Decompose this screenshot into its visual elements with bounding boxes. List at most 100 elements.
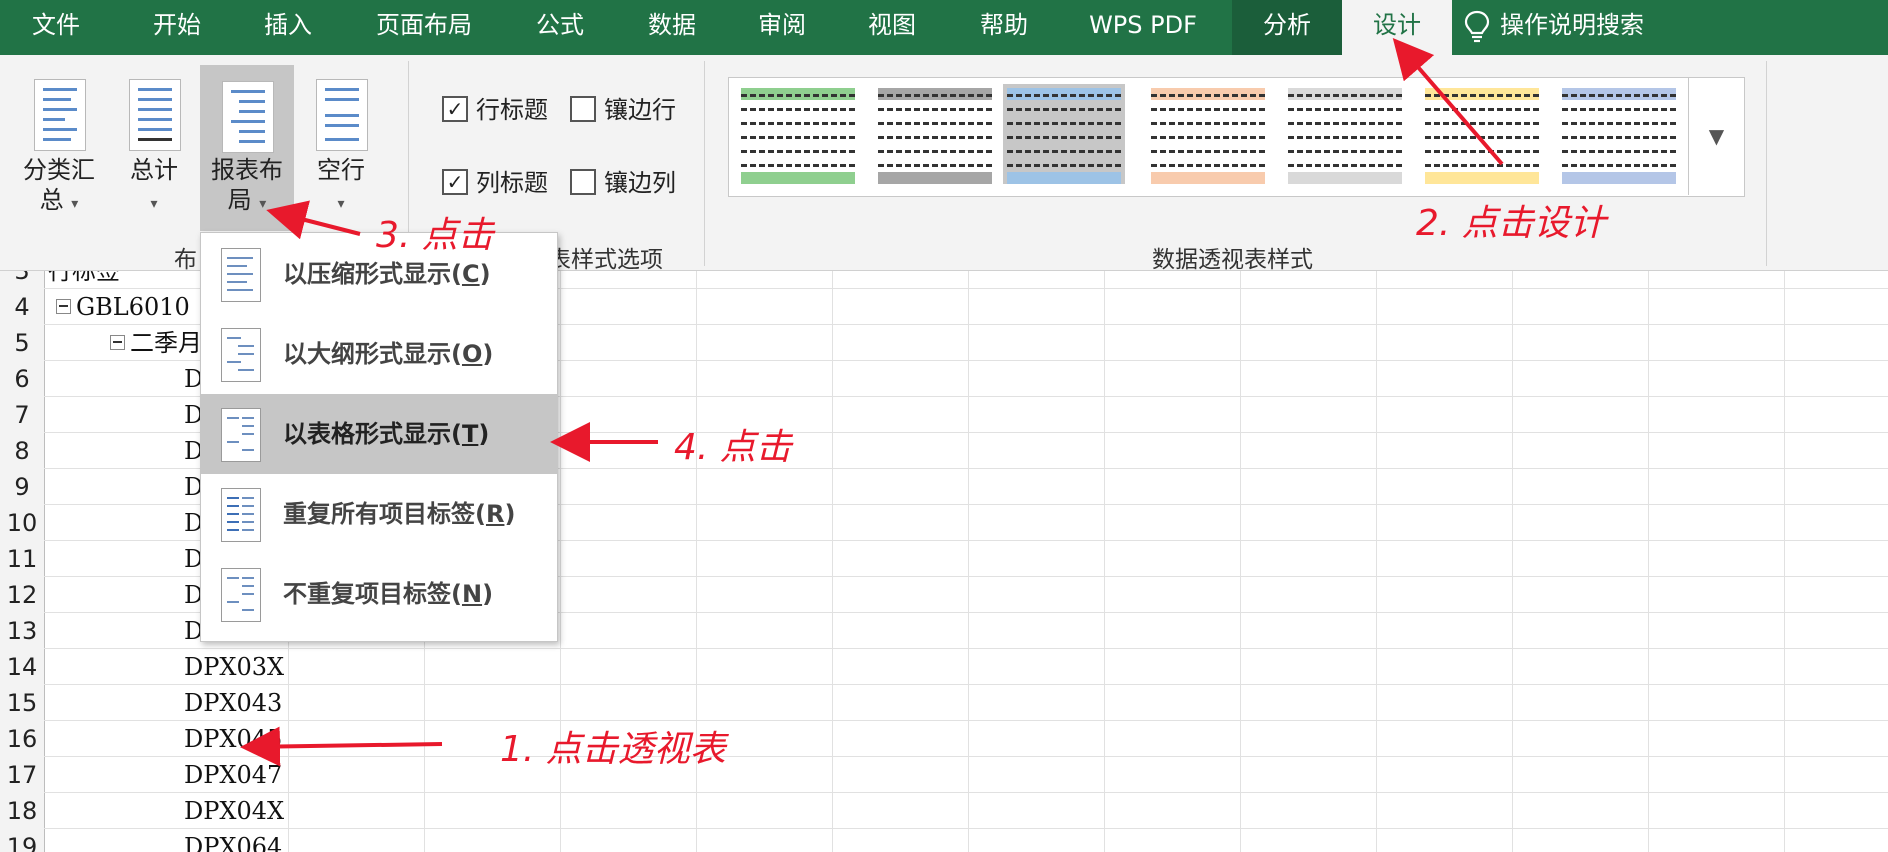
- style-preview: [1007, 84, 1121, 184]
- tab-insert[interactable]: 插入: [232, 0, 344, 55]
- row-header[interactable]: 5: [0, 325, 45, 362]
- tab-design[interactable]: 设计: [1342, 0, 1452, 55]
- gridline: [44, 828, 1888, 829]
- row-header[interactable]: 4: [0, 289, 45, 326]
- subtotals-icon: [34, 79, 86, 151]
- row-header[interactable]: 9: [0, 469, 45, 506]
- row-header[interactable]: 15: [0, 685, 45, 722]
- banded-rows-checkbox[interactable]: [570, 96, 596, 122]
- tab-formulas[interactable]: 公式: [504, 0, 616, 55]
- column-headers-option[interactable]: ✓ 列标题: [442, 168, 548, 198]
- report-layout-label-2: 局 ▾: [227, 186, 267, 214]
- pivot-item-cell[interactable]: DPX03X: [184, 649, 284, 685]
- style-row-line: [1425, 136, 1539, 142]
- chevron-down-icon: ▾: [337, 196, 345, 212]
- row-header[interactable]: 19: [0, 829, 45, 852]
- tell-me-search[interactable]: 操作说明搜索: [1462, 0, 1762, 55]
- style-row-line: [1562, 122, 1676, 128]
- tab-page-layout[interactable]: 页面布局: [354, 0, 494, 55]
- style-row-line: [1151, 108, 1265, 114]
- outline-form-icon: [221, 328, 261, 382]
- style-row-line: [1562, 150, 1676, 156]
- pivot-style-thumbnail[interactable]: [737, 84, 859, 184]
- row-header[interactable]: 17: [0, 757, 45, 794]
- row-header[interactable]: 7: [0, 397, 45, 434]
- row-header[interactable]: 8: [0, 433, 45, 470]
- pivot-item-cell[interactable]: DPX043: [184, 685, 282, 721]
- menu-item-label: 不重复项目标签(N): [283, 580, 494, 608]
- tab-review[interactable]: 审阅: [726, 0, 838, 55]
- row-header[interactable]: 6: [0, 361, 45, 398]
- pivot-style-thumbnail[interactable]: [1147, 84, 1269, 184]
- tab-file[interactable]: 文件: [0, 0, 112, 55]
- grand-totals-icon: [129, 79, 181, 151]
- style-footer-band: [878, 172, 992, 184]
- menu-item-tabular-form[interactable]: 以表格形式显示(T): [201, 394, 557, 474]
- grand-totals-button[interactable]: 总计 ▾: [114, 63, 194, 233]
- report-layout-icon: [222, 81, 274, 153]
- column-headers-checkbox[interactable]: ✓: [442, 169, 468, 195]
- style-row-line: [741, 164, 855, 170]
- row-header[interactable]: 10: [0, 505, 45, 542]
- pivot-item-gbl[interactable]: GBL6010: [56, 289, 190, 325]
- gallery-more-button[interactable]: ▼: [1688, 77, 1744, 195]
- pivot-style-thumbnail[interactable]: [1284, 84, 1406, 184]
- row-header[interactable]: 3: [0, 271, 45, 290]
- pivot-style-thumbnail[interactable]: [1421, 84, 1543, 184]
- row-header[interactable]: 12: [0, 577, 45, 614]
- tab-help[interactable]: 帮助: [948, 0, 1060, 55]
- row-header[interactable]: 13: [0, 613, 45, 650]
- no-repeat-labels-icon: [221, 568, 261, 622]
- pivot-item-cell[interactable]: DPX047: [184, 757, 282, 793]
- menu-item-repeat-labels[interactable]: 重复所有项目标签(R): [201, 474, 557, 554]
- tab-data[interactable]: 数据: [616, 0, 728, 55]
- pivot-item-quarter[interactable]: 二季月: [110, 325, 202, 361]
- style-row-line: [1007, 164, 1121, 170]
- row-header[interactable]: 14: [0, 649, 45, 686]
- grand-totals-caret: ▾: [114, 185, 194, 219]
- pivot-style-thumbnail[interactable]: [874, 84, 996, 184]
- pivot-style-thumbnail-selected[interactable]: [1003, 84, 1125, 184]
- pivot-style-thumbnail[interactable]: [1558, 84, 1680, 184]
- tab-analyze[interactable]: 分析: [1232, 0, 1342, 55]
- style-row-line: [1288, 164, 1402, 170]
- style-footer-band: [1288, 172, 1402, 184]
- row-header[interactable]: 18: [0, 793, 45, 830]
- gridline: [44, 756, 1888, 757]
- column-headers-label: 列标题: [476, 169, 548, 197]
- pivot-item-cell[interactable]: DPX064: [184, 829, 282, 852]
- row-headers-checkbox[interactable]: ✓: [442, 96, 468, 122]
- banded-rows-option[interactable]: 镶边行: [570, 95, 676, 125]
- subtotals-label-1: 分类汇: [23, 156, 95, 184]
- style-row-line: [1288, 136, 1402, 142]
- collapse-icon[interactable]: [56, 299, 71, 314]
- chevron-down-icon: ▾: [259, 196, 267, 212]
- report-layout-button[interactable]: 报表布 局 ▾: [200, 65, 294, 231]
- blank-rows-button[interactable]: 空行 ▾: [300, 63, 382, 233]
- caret-down-icon: ▼: [1708, 124, 1725, 148]
- row-header[interactable]: 11: [0, 541, 45, 578]
- menu-item-label: 以表格形式显示(T): [283, 420, 490, 448]
- gridline: [44, 792, 1888, 793]
- style-row-line: [1288, 94, 1402, 100]
- subtotals-button[interactable]: 分类汇 总 ▾: [14, 63, 104, 233]
- row-labels-header[interactable]: 行标签: [48, 271, 120, 289]
- style-row-line: [878, 150, 992, 156]
- menu-item-label: 重复所有项目标签(R): [283, 500, 516, 528]
- collapse-icon[interactable]: [110, 335, 125, 350]
- gridline: [44, 648, 1888, 649]
- tab-view[interactable]: 视图: [836, 0, 948, 55]
- tab-wps-pdf[interactable]: WPS PDF: [1070, 0, 1216, 55]
- style-footer-band: [1007, 172, 1121, 184]
- pivot-item-cell[interactable]: DPX04X: [184, 793, 284, 829]
- banded-columns-checkbox[interactable]: [570, 169, 596, 195]
- menu-item-label: 以大纲形式显示(O): [283, 340, 494, 368]
- menu-item-no-repeat-labels[interactable]: 不重复项目标签(N): [201, 554, 557, 634]
- row-headers-option[interactable]: ✓ 行标题: [442, 95, 548, 125]
- row-header[interactable]: 16: [0, 721, 45, 758]
- pivot-item-cell[interactable]: DPX045: [184, 721, 282, 757]
- tab-home[interactable]: 开始: [122, 0, 232, 55]
- menu-item-outline-form[interactable]: 以大纲形式显示(O): [201, 314, 557, 394]
- style-row-line: [1007, 108, 1121, 114]
- banded-columns-option[interactable]: 镶边列: [570, 168, 676, 198]
